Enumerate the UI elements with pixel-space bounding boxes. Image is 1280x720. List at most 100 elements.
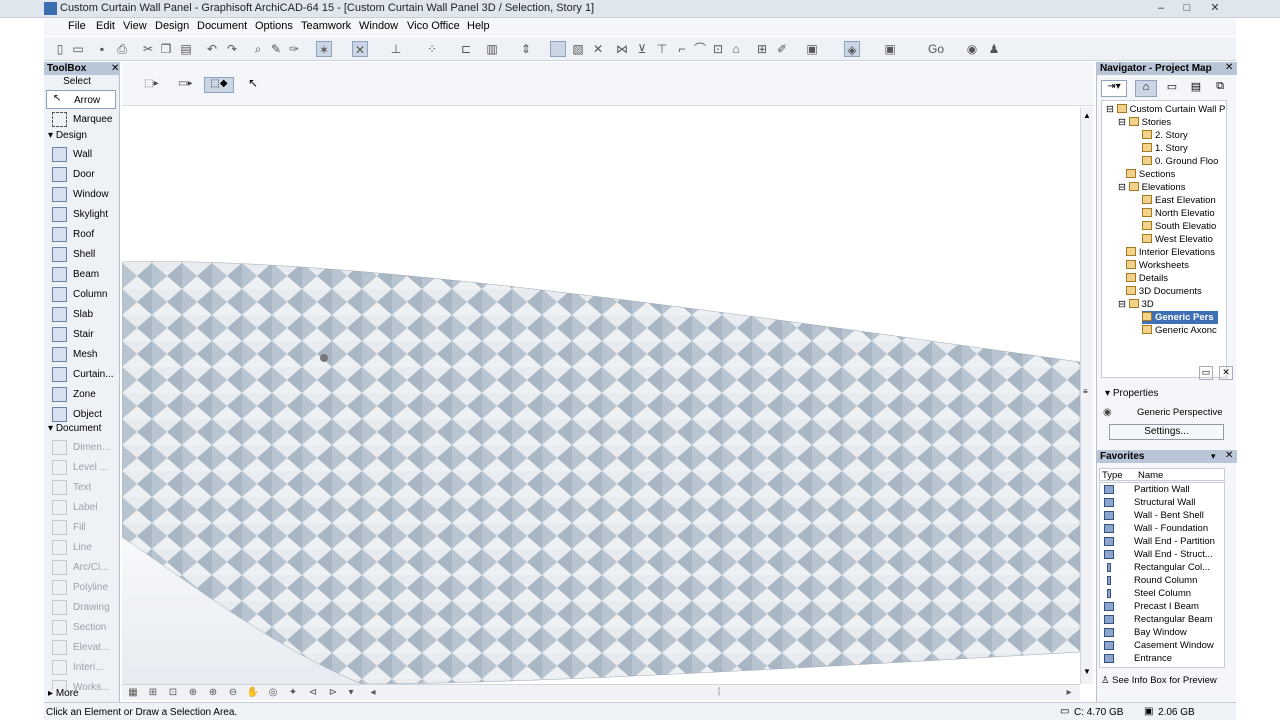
tool-line[interactable]: Line — [46, 538, 116, 557]
name-column-header[interactable]: Name — [1138, 470, 1163, 481]
horizontal-scrollbar[interactable]: ▦ ⊞ ⊡ ⊕ ⊕ ⊖ ✋ ◎ ✦ ⊲ ⊳ ▾ ◂ ⁞ ▸ — [122, 684, 1080, 700]
tool-label[interactable]: Label — [46, 498, 116, 517]
adjust-icon[interactable]: ⊻ — [634, 41, 650, 57]
project-map-icon[interactable]: ⌂ — [1135, 80, 1157, 97]
print-icon[interactable]: ⎙ — [114, 41, 130, 57]
tree-node-story-2[interactable]: 2. Story — [1142, 129, 1188, 142]
undo-icon[interactable]: ↶ — [204, 41, 220, 57]
section-marker-icon[interactable] — [550, 41, 566, 57]
tool-arc-circle[interactable]: Arc/Ci... — [46, 558, 116, 577]
list-item[interactable]: Rectangular Beam — [1104, 613, 1224, 626]
vertical-scrollbar[interactable]: ▲ ≡ ▼ — [1080, 107, 1093, 684]
detail-icon[interactable]: ▧ — [570, 41, 586, 57]
tool-column[interactable]: Column — [46, 285, 116, 304]
tool-beam[interactable]: Beam — [46, 265, 116, 284]
next-zoom-icon[interactable]: ⊳ — [326, 687, 340, 699]
rectangle-selection-icon[interactable]: ▭▸ — [178, 78, 200, 92]
horizontal-scroll-thumb[interactable]: ⁞ — [712, 687, 726, 699]
globe-icon[interactable]: ◉ — [964, 41, 980, 57]
split-icon[interactable]: ⋈ — [614, 41, 630, 57]
list-item[interactable]: Wall End - Struct... — [1104, 548, 1224, 561]
tree-node-west-elevation[interactable]: West Elevatio — [1142, 233, 1213, 246]
close-icon[interactable]: ✕ — [1225, 450, 1233, 461]
go-button[interactable]: Go — [924, 41, 948, 57]
tree-node-3d[interactable]: ⊟ 3D — [1118, 298, 1154, 311]
tool-stair[interactable]: Stair — [46, 325, 116, 344]
single-selection-icon[interactable]: ⬚▸ — [144, 78, 166, 92]
grid-snap-icon[interactable]: ⁘ — [424, 41, 440, 57]
tree-node-3d-documents[interactable]: 3D Documents — [1118, 285, 1202, 298]
elevate-icon[interactable]: ⇕ — [518, 41, 534, 57]
list-item[interactable]: Wall - Foundation — [1104, 522, 1224, 535]
tree-node-stories[interactable]: ⊟ Stories — [1118, 116, 1171, 129]
tree-node-south-elevation[interactable]: South Elevatio — [1142, 220, 1216, 233]
previous-zoom-icon[interactable]: ⊲ — [306, 687, 320, 699]
gravity-icon[interactable]: ⊥ — [388, 41, 404, 57]
menu-dropdown-icon[interactable]: ▾ — [1211, 451, 1216, 462]
tree-node-story-1[interactable]: 1. Story — [1142, 142, 1188, 155]
explore-icon[interactable]: ✦ — [286, 687, 300, 699]
scroll-right-icon[interactable]: ▸ — [1062, 687, 1076, 699]
3d-window-view-icon[interactable]: ▦ — [126, 687, 140, 699]
settings-button[interactable]: Settings... — [1109, 424, 1224, 440]
scroll-thumb[interactable]: ≡ — [1083, 387, 1088, 396]
zoom-box-icon[interactable]: ⊞ — [146, 687, 160, 699]
scroll-left-icon[interactable]: ◂ — [366, 687, 380, 699]
publisher-sets-icon[interactable]: ⧉ — [1211, 80, 1229, 97]
menu-edit[interactable]: Edit — [96, 20, 115, 32]
layout-book-icon[interactable]: ▤ — [1187, 80, 1205, 97]
document-section[interactable]: ▾ Document — [48, 423, 101, 434]
list-item[interactable]: Round Column — [1104, 574, 1224, 587]
tool-skylight[interactable]: Skylight — [46, 205, 116, 224]
list-item[interactable]: Steel Column — [1104, 587, 1224, 600]
navigator-popup-icon[interactable]: ⇥▾ — [1101, 80, 1127, 97]
zoom-in-icon[interactable]: ⊕ — [186, 687, 200, 699]
tool-shell[interactable]: Shell — [46, 245, 116, 264]
tool-mesh[interactable]: Mesh — [46, 345, 116, 364]
menu-teamwork[interactable]: Teamwork — [301, 20, 351, 32]
tool-section[interactable]: Section — [46, 618, 116, 637]
save-icon[interactable]: ▪ — [94, 41, 110, 57]
tree-node-generic-perspective[interactable]: Generic Pers — [1142, 311, 1218, 324]
explode-icon[interactable]: ⊡ — [710, 41, 726, 57]
tool-roof[interactable]: Roof — [46, 225, 116, 244]
list-item[interactable]: Partition Wall — [1104, 483, 1224, 496]
pan-icon[interactable]: ✋ — [246, 687, 260, 699]
walk-icon[interactable]: ♟ — [986, 41, 1002, 57]
solid-ops-icon[interactable]: ⊞ — [754, 41, 770, 57]
list-item[interactable]: Structural Wall — [1104, 496, 1224, 509]
snap-guides-icon[interactable]: ✕ — [352, 41, 368, 57]
minimize-button[interactable]: – — [1148, 1, 1174, 16]
scroll-up-icon[interactable]: ▲ — [1083, 111, 1091, 120]
list-item[interactable]: Bay Window — [1104, 626, 1224, 639]
tool-arrow[interactable]: ↖ Arrow — [46, 90, 116, 109]
tree-node-details[interactable]: Details — [1118, 272, 1168, 285]
list-item[interactable]: Entrance — [1104, 652, 1224, 665]
tool-zone[interactable]: Zone — [46, 385, 116, 404]
menu-document[interactable]: Document — [197, 20, 247, 32]
tree-node-generic-axonometry[interactable]: Generic Axonc — [1142, 324, 1217, 337]
x-icon[interactable]: ✕ — [590, 41, 606, 57]
tree-node-north-elevation[interactable]: North Elevatio — [1142, 207, 1215, 220]
new-file-icon[interactable]: ▯ — [52, 41, 68, 57]
tree-node-interior-elevations[interactable]: Interior Elevations — [1118, 246, 1215, 259]
eyedropper-icon[interactable]: ✎ — [268, 41, 284, 57]
close-icon[interactable]: ✕ — [1225, 62, 1233, 73]
tree-node-project[interactable]: ⊟ Custom Curtain Wall P — [1106, 103, 1225, 116]
menu-file[interactable]: File — [68, 20, 86, 32]
tool-text[interactable]: Text — [46, 478, 116, 497]
tool-dimension[interactable]: Dimen... — [46, 438, 116, 457]
magic-wand-icon[interactable]: ✶ — [316, 41, 332, 57]
copy-icon[interactable]: ❐ — [158, 41, 174, 57]
menu-help[interactable]: Help — [467, 20, 490, 32]
more-button[interactable]: ▸ More — [48, 688, 79, 699]
tree-node-worksheets[interactable]: Worksheets — [1118, 259, 1189, 272]
offset-icon[interactable]: ⌒ — [692, 41, 708, 57]
zoom-out-icon[interactable]: ⊖ — [226, 687, 240, 699]
3d-viewport[interactable] — [122, 107, 1080, 684]
menu-window[interactable]: Window — [359, 20, 398, 32]
tool-marquee[interactable]: Marquee — [46, 110, 116, 129]
menu-vico-office[interactable]: Vico Office — [407, 20, 460, 32]
list-item[interactable]: Wall - Bent Shell — [1104, 509, 1224, 522]
tool-polyline[interactable]: Polyline — [46, 578, 116, 597]
